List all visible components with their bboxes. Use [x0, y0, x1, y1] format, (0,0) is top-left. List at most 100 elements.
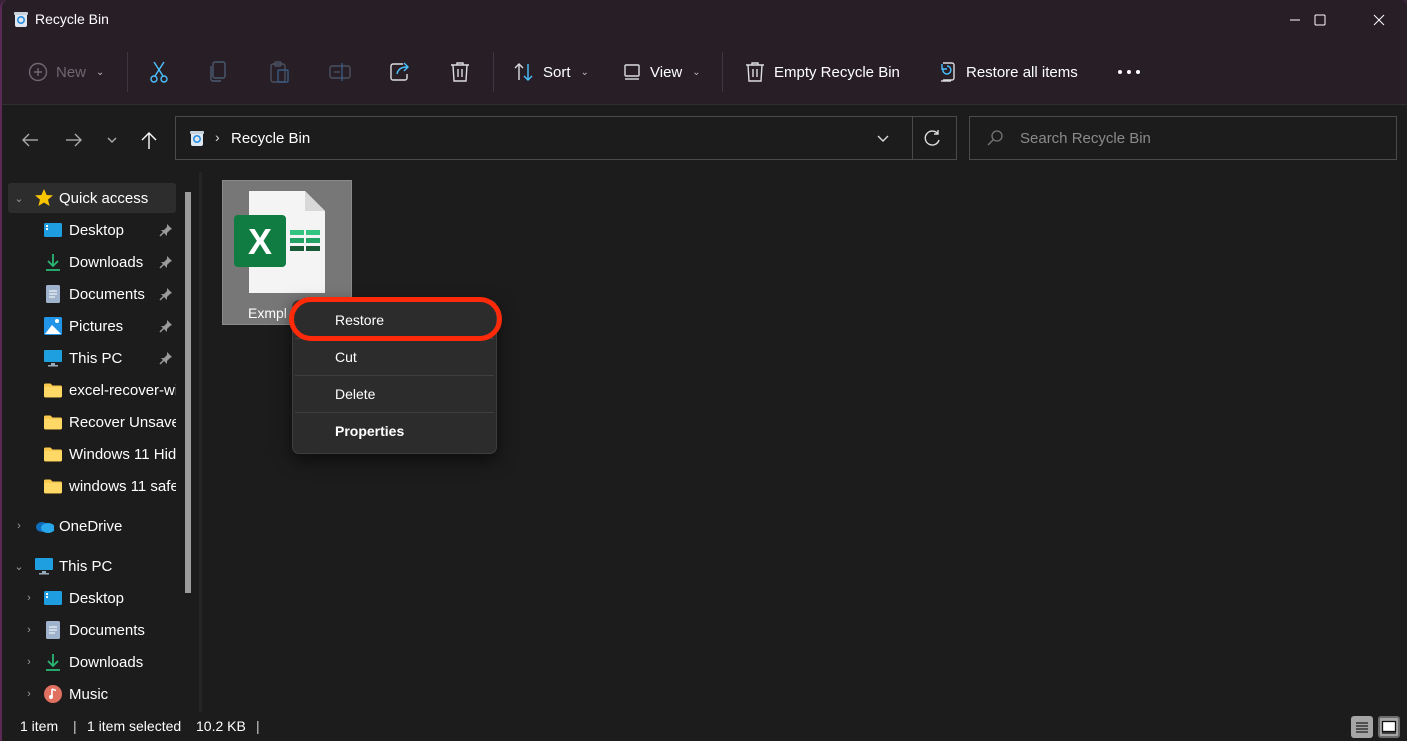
search-placeholder: Search Recycle Bin	[1020, 130, 1151, 147]
sidebar-item-label: This PC	[69, 349, 123, 367]
sidebar-item-documents[interactable]: Documents	[8, 279, 176, 309]
empty-recycle-bin-button[interactable]: Empty Recycle Bin	[744, 54, 900, 90]
recent-locations-button[interactable]	[100, 128, 124, 152]
recycle-bin-icon	[13, 10, 29, 28]
sidebar-item-quick-access[interactable]: ⌄ Quick access	[8, 183, 176, 213]
details-view-icon	[1356, 722, 1368, 733]
menu-item-label: Restore	[335, 312, 385, 328]
sidebar-item-music[interactable]: › Music	[8, 679, 176, 709]
new-button[interactable]: New ⌄	[28, 54, 104, 90]
copy-icon	[210, 61, 226, 82]
forward-button[interactable]	[62, 128, 86, 152]
sidebar-item-label: Downloads	[69, 253, 144, 271]
sidebar-item-folder[interactable]: windows 11 safe	[8, 471, 176, 501]
context-menu-restore[interactable]: Restore	[293, 302, 496, 339]
cut-button[interactable]	[148, 54, 170, 90]
toolbar-divider	[722, 52, 723, 92]
file-list-area: X Exmpl Restore Cut Delete Properties	[203, 172, 1407, 712]
toolbar-divider	[493, 52, 494, 92]
breadcrumb-recycle-bin[interactable]: Recycle Bin	[231, 130, 310, 147]
search-box[interactable]: Search Recycle Bin	[969, 116, 1397, 160]
chevron-right-icon[interactable]: ›	[12, 520, 26, 532]
view-button[interactable]: View ⌄	[622, 54, 701, 90]
sort-icon	[514, 63, 533, 81]
menu-item-label: Delete	[335, 386, 376, 402]
maximize-icon	[1314, 14, 1326, 26]
close-button[interactable]	[1356, 0, 1402, 40]
sidebar-item-desktop[interactable]: Desktop	[8, 215, 176, 245]
up-button[interactable]	[137, 128, 161, 152]
navigation-pane: ⌄ Quick access Desktop Downloads Documen…	[2, 176, 195, 710]
sort-label: Sort	[543, 63, 571, 81]
pin-icon	[159, 255, 173, 273]
refresh-icon	[924, 130, 940, 146]
breadcrumb-separator-icon: ›	[215, 129, 220, 145]
sidebar-item-label: Quick access	[59, 189, 149, 207]
close-icon	[1373, 14, 1385, 26]
refresh-button[interactable]	[922, 128, 942, 151]
view-icon	[624, 64, 640, 80]
documents-icon	[43, 620, 63, 640]
chevron-down-icon[interactable]: ⌄	[12, 560, 26, 573]
more-options-button[interactable]	[1117, 54, 1141, 90]
sidebar-item-desktop[interactable]: › Desktop	[8, 583, 176, 613]
folder-icon	[43, 444, 63, 464]
chevron-right-icon[interactable]: ›	[22, 592, 36, 604]
star-icon	[34, 188, 54, 208]
restore-all-button[interactable]: Restore all items	[936, 54, 1078, 90]
chevron-right-icon[interactable]: ›	[22, 656, 36, 668]
large-icons-view-icon	[1381, 720, 1397, 734]
file-explorer-window: Recycle Bin New ⌄ Sort ⌄ View ⌄ Empty Re…	[0, 0, 1407, 741]
desktop-icon	[43, 220, 63, 240]
sidebar-item-label: Recover Unsavec	[69, 413, 176, 431]
sidebar-scrollbar-thumb[interactable]	[185, 192, 191, 593]
rename-icon	[329, 63, 351, 81]
navigation-bar: › Recycle Bin Search Recycle Bin	[2, 106, 1407, 170]
rename-button[interactable]	[329, 54, 351, 90]
toolbar-divider	[127, 52, 128, 92]
view-label: View	[650, 63, 683, 81]
sidebar-item-label: Desktop	[69, 221, 125, 239]
selection-size: 10.2 KB	[196, 718, 246, 734]
menu-item-label: Properties	[335, 423, 405, 439]
delete-button[interactable]	[449, 54, 471, 90]
large-icons-view-button[interactable]	[1378, 716, 1400, 738]
sidebar-item-label: Music	[69, 685, 109, 703]
paste-button[interactable]	[269, 54, 291, 90]
context-menu-properties[interactable]: Properties	[293, 413, 496, 450]
sidebar-item-downloads[interactable]: Downloads	[8, 247, 176, 277]
pin-icon	[159, 223, 173, 241]
context-menu: Restore Cut Delete Properties	[292, 300, 497, 454]
sidebar-item-onedrive[interactable]: › OneDrive	[8, 511, 176, 541]
sidebar-item-this-pc[interactable]: This PC	[8, 343, 176, 373]
sidebar-item-downloads[interactable]: › Downloads	[8, 647, 176, 677]
details-view-button[interactable]	[1351, 716, 1373, 738]
chevron-right-icon[interactable]: ›	[22, 624, 36, 636]
sort-button[interactable]: Sort ⌄	[513, 54, 589, 90]
status-divider: |	[73, 718, 77, 734]
restore-icon	[941, 62, 955, 82]
sidebar-item-documents[interactable]: › Documents	[8, 615, 176, 645]
back-button[interactable]	[18, 128, 42, 152]
sidebar-item-pictures[interactable]: Pictures	[8, 311, 176, 341]
title-bar: Recycle Bin	[2, 0, 1407, 40]
address-history-dropdown[interactable]	[876, 131, 890, 148]
sidebar-item-label: Pictures	[69, 317, 124, 335]
sidebar-item-this-pc-root[interactable]: ⌄ This PC	[8, 551, 176, 581]
sidebar-item-folder[interactable]: Windows 11 Hid	[8, 439, 176, 469]
sidebar-item-folder[interactable]: excel-recover-wi	[8, 375, 176, 405]
pane-splitter[interactable]	[199, 172, 202, 712]
chevron-right-icon[interactable]: ›	[22, 688, 36, 700]
copy-button[interactable]	[209, 54, 231, 90]
pin-icon	[159, 351, 173, 369]
chevron-down-icon	[877, 135, 889, 142]
svg-text:X: X	[248, 221, 272, 262]
context-menu-cut[interactable]: Cut	[293, 339, 496, 376]
chevron-down-icon[interactable]: ⌄	[12, 192, 26, 205]
address-bar[interactable]: › Recycle Bin	[175, 116, 957, 160]
sidebar-item-folder[interactable]: Recover Unsavec	[8, 407, 176, 437]
context-menu-delete[interactable]: Delete	[293, 376, 496, 413]
empty-bin-icon	[746, 62, 764, 82]
maximize-button[interactable]	[1297, 0, 1343, 40]
share-button[interactable]	[389, 54, 411, 90]
